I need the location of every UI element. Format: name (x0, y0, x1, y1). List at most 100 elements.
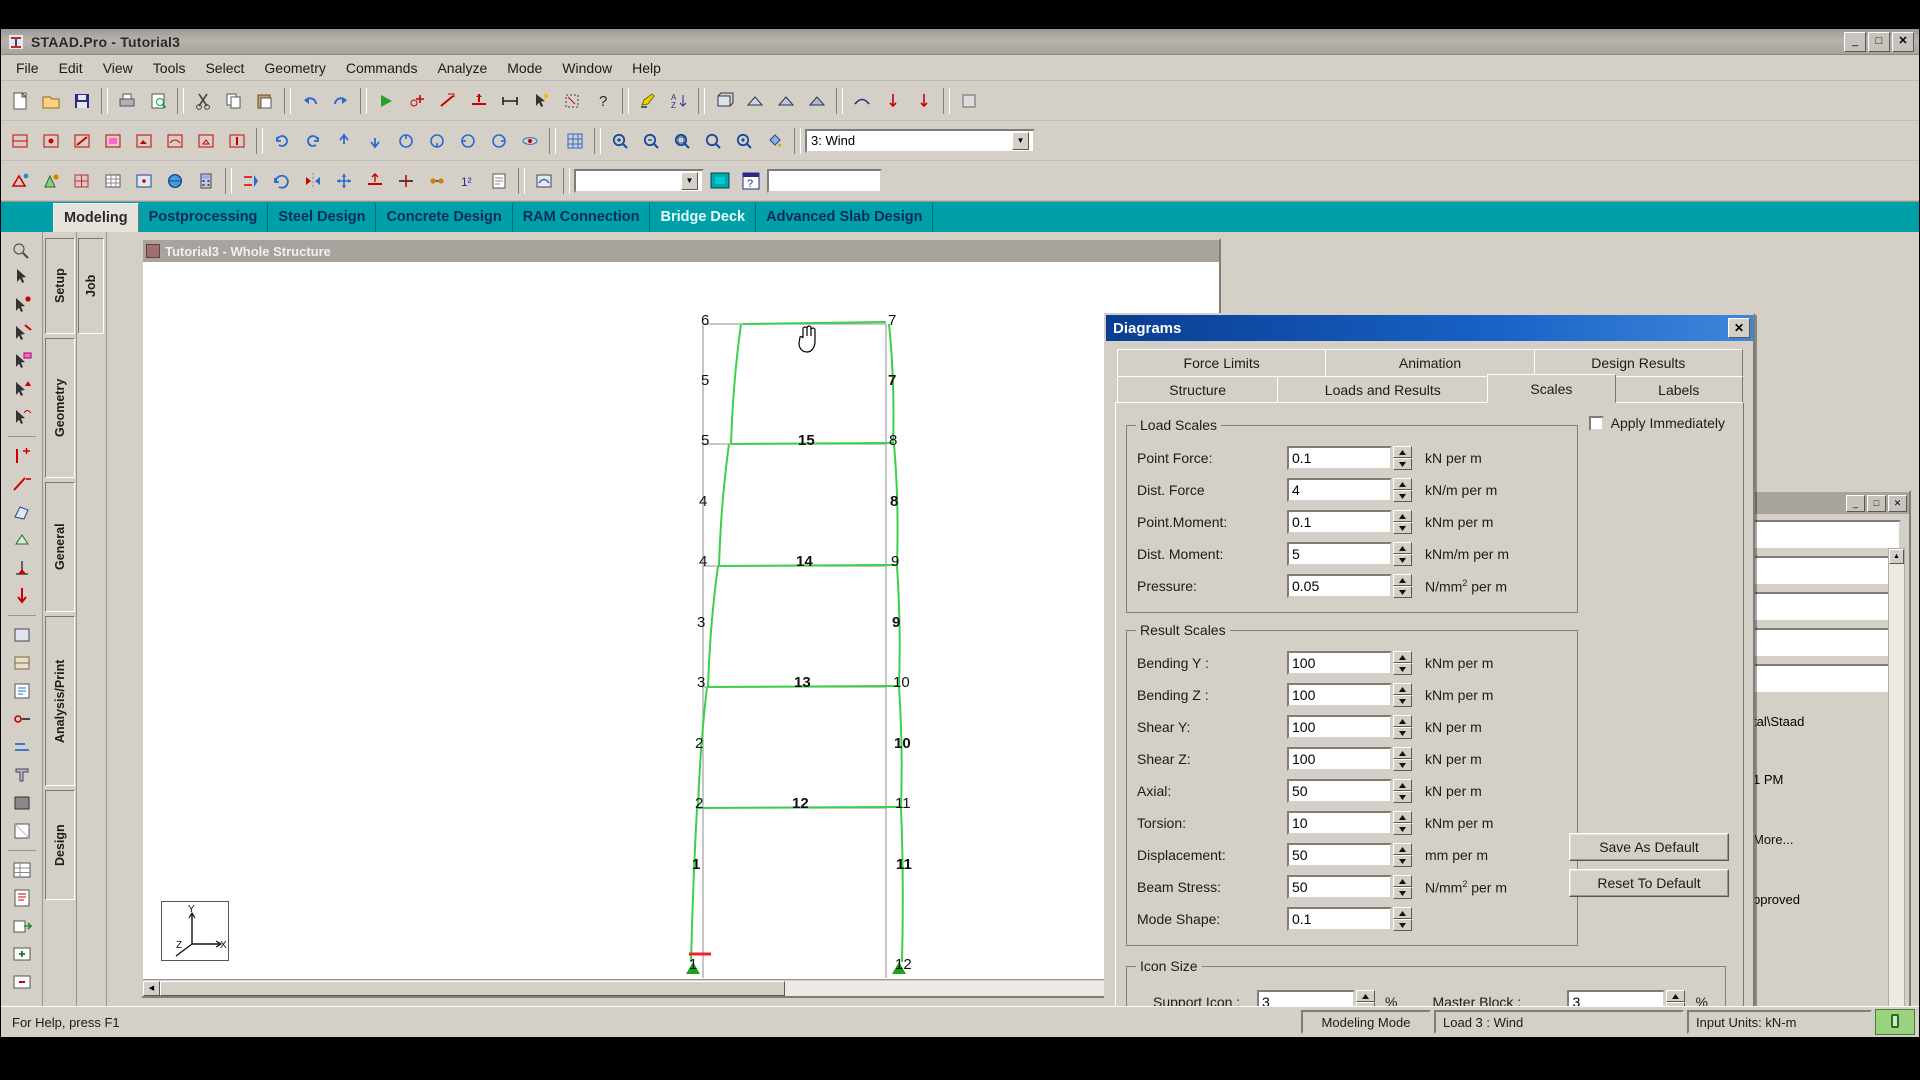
view-front-icon[interactable] (709, 86, 739, 116)
spin-down-icon[interactable] (1393, 887, 1412, 899)
shear-y-spinner[interactable] (1287, 715, 1412, 739)
load-case-combo[interactable]: 3: Wind ▼ (805, 128, 1035, 153)
spin-down-icon[interactable] (1393, 663, 1412, 675)
globe-icon[interactable] (160, 166, 190, 196)
add-load-icon[interactable] (9, 583, 35, 609)
dist-force-spinner[interactable] (1287, 478, 1412, 502)
rotate-up-icon[interactable] (329, 126, 359, 156)
paste-icon[interactable] (250, 86, 280, 116)
page-tab-geometry[interactable]: Geometry (45, 338, 75, 478)
support-cursor-icon[interactable] (191, 126, 221, 156)
spin-down-icon[interactable] (1393, 554, 1412, 566)
sort-az-icon[interactable]: AZ (664, 86, 694, 116)
axial-spin-buttons[interactable] (1393, 779, 1412, 803)
dist-moment-input[interactable] (1287, 542, 1392, 566)
spin-down-icon[interactable] (1393, 522, 1412, 534)
render-icon[interactable] (9, 790, 35, 816)
master-block-spinner[interactable] (1567, 990, 1686, 1006)
output-scrollbar[interactable]: ▲ ▼ (1888, 548, 1905, 1006)
support-icon-spin-buttons[interactable] (1356, 990, 1375, 1006)
load-arrow2-icon[interactable] (909, 86, 939, 116)
spin-down-icon[interactable] (1393, 919, 1412, 931)
extra-field[interactable] (767, 168, 882, 193)
report-icon[interactable] (9, 885, 35, 911)
page-tab-job[interactable]: Job (78, 238, 104, 334)
bending-y-spin-buttons[interactable] (1393, 651, 1412, 675)
section-icon[interactable] (9, 762, 35, 788)
spin-up-icon[interactable] (1393, 542, 1412, 554)
chevron-down-icon[interactable]: ▼ (1012, 131, 1029, 150)
dist-force-spin-buttons[interactable] (1393, 478, 1412, 502)
print-preview-icon[interactable] (143, 86, 173, 116)
point-force-spin-buttons[interactable] (1393, 446, 1412, 470)
mode-tab-advanced-slab-design[interactable]: Advanced Slab Design (756, 203, 934, 232)
redo-icon[interactable] (326, 86, 356, 116)
scroll-track[interactable] (160, 980, 1202, 996)
rotate-left-icon[interactable] (267, 126, 297, 156)
scroll-up-arrow-icon[interactable]: ▲ (1889, 549, 1904, 564)
node-cursor-icon[interactable] (36, 126, 66, 156)
spin-up-icon[interactable] (1393, 478, 1412, 490)
grid-toggle-icon[interactable] (560, 126, 590, 156)
undo-icon[interactable] (295, 86, 325, 116)
pressure-input[interactable] (1287, 574, 1392, 598)
spin-up-icon[interactable] (1393, 875, 1412, 887)
shear-z-spinner[interactable] (1287, 747, 1412, 771)
displacement-spin-buttons[interactable] (1393, 843, 1412, 867)
bending-z-spinner[interactable] (1287, 683, 1412, 707)
save-icon[interactable] (67, 86, 97, 116)
support-icon-input[interactable] (1257, 990, 1355, 1006)
spin-down-icon[interactable] (1393, 823, 1412, 835)
insert-node-icon[interactable] (464, 86, 494, 116)
minimize-button[interactable]: _ (1844, 31, 1866, 52)
zoom-out-icon[interactable] (636, 126, 666, 156)
tables-icon[interactable] (98, 166, 128, 196)
rotate-right-icon[interactable] (298, 126, 328, 156)
merge-icon[interactable] (422, 166, 452, 196)
add-row-icon[interactable] (9, 941, 35, 967)
view-iso-icon[interactable] (740, 86, 770, 116)
scroll-left-arrow-icon[interactable]: ◀ (143, 980, 160, 996)
spin-up-icon[interactable] (1393, 907, 1412, 919)
menu-view[interactable]: View (94, 57, 142, 79)
spin-up-icon[interactable] (1393, 843, 1412, 855)
displacement-spinner[interactable] (1287, 843, 1412, 867)
spin-down-icon[interactable] (1393, 855, 1412, 867)
support-icon-spinner[interactable] (1257, 990, 1375, 1006)
spin-down-icon[interactable] (1356, 1002, 1375, 1006)
spin-down-icon[interactable] (1393, 695, 1412, 707)
dist-force-input[interactable] (1287, 478, 1392, 502)
tab-structure[interactable]: Structure (1117, 376, 1279, 403)
output-close-button[interactable]: ✕ (1888, 494, 1907, 512)
plate-select-icon[interactable] (9, 348, 35, 374)
bending-y-input[interactable] (1287, 651, 1392, 675)
model-canvas[interactable]: 6 5 5 4 4 3 3 2 2 1 1 7 7 8 8 9 9 10 10 … (143, 262, 1219, 979)
surface-select-icon[interactable] (9, 404, 35, 430)
page-tab-setup[interactable]: Setup (45, 238, 75, 334)
mode-tab-concrete-design[interactable]: Concrete Design (376, 203, 513, 232)
misc-icon-1[interactable] (954, 86, 984, 116)
cut-icon[interactable] (188, 86, 218, 116)
add-support-icon[interactable] (9, 555, 35, 581)
spin-down-icon[interactable] (1666, 1002, 1686, 1006)
model-horizontal-scrollbar[interactable]: ◀ ▶ (143, 979, 1219, 996)
delete-row-icon[interactable] (9, 969, 35, 995)
menu-edit[interactable]: Edit (50, 57, 92, 79)
output-maximize-button[interactable]: □ (1867, 494, 1886, 512)
spin-up-icon[interactable] (453, 126, 483, 156)
shear-y-input[interactable] (1287, 715, 1392, 739)
translational-repeat-icon[interactable] (236, 166, 266, 196)
page-tab-analysis-print[interactable]: Analysis/Print (45, 616, 75, 786)
point-moment-spinner[interactable] (1287, 510, 1412, 534)
page-tab-design[interactable]: Design (45, 790, 75, 900)
displacement-input[interactable] (1287, 843, 1392, 867)
shear-z-input[interactable] (1287, 747, 1392, 771)
properties-icon[interactable] (484, 166, 514, 196)
secondary-combo[interactable]: ▼ (574, 168, 704, 193)
solid-cursor-icon[interactable] (129, 126, 159, 156)
tab-animation[interactable]: Animation (1325, 349, 1535, 376)
beam-stress-spin-buttons[interactable] (1393, 875, 1412, 899)
run-analysis-icon[interactable] (371, 86, 401, 116)
spin-up-icon[interactable] (1393, 747, 1412, 759)
shear-y-spin-buttons[interactable] (1393, 715, 1412, 739)
